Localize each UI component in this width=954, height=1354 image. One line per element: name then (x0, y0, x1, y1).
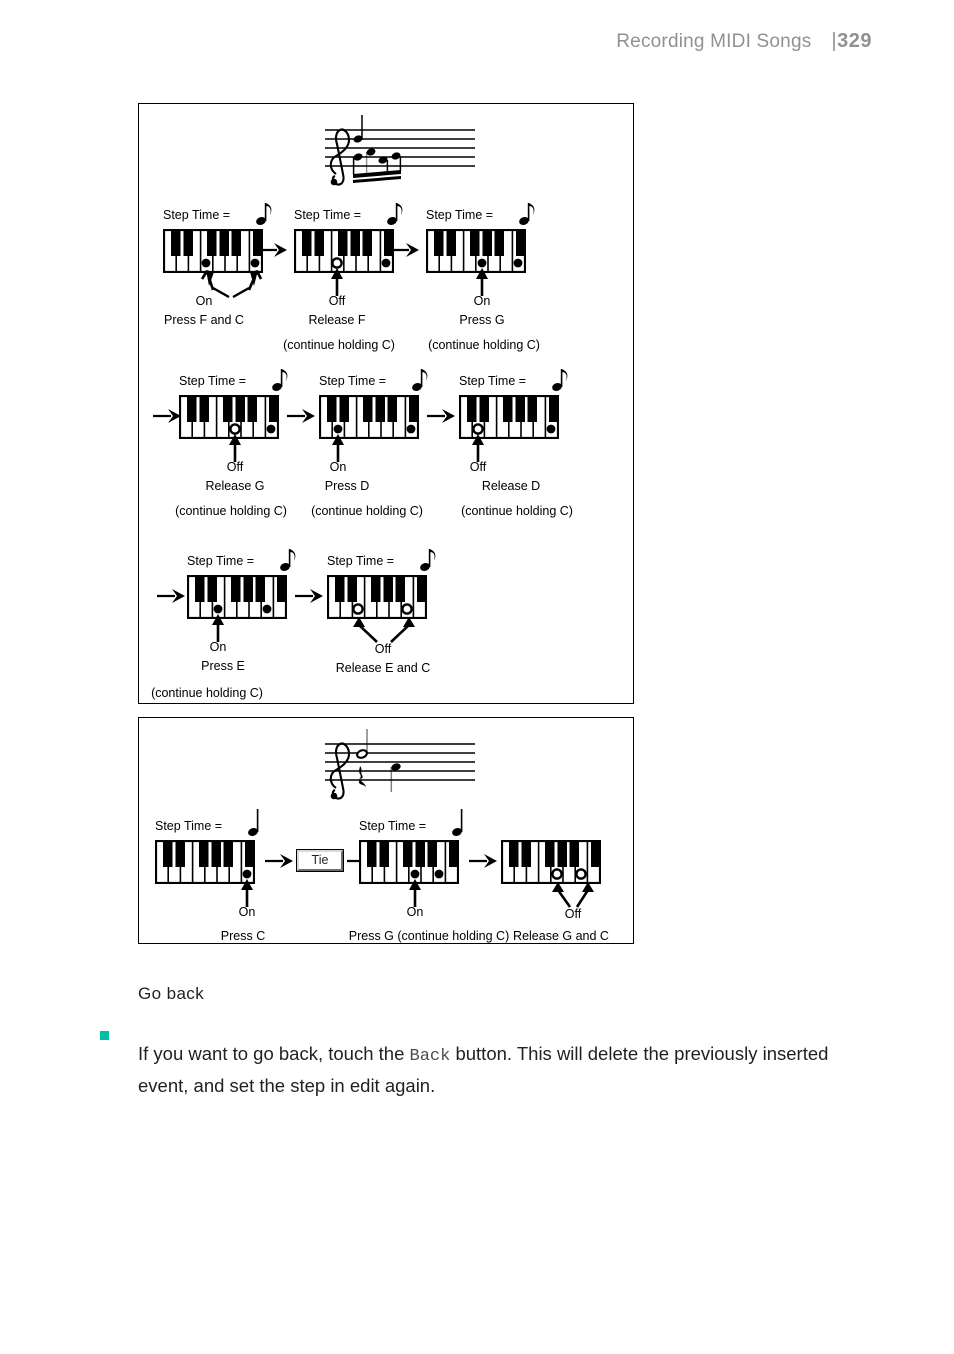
eighth-note-icon (387, 203, 403, 225)
keyboard-diagram (319, 395, 419, 439)
keyboard-diagram (294, 229, 394, 273)
keyboard-diagram (187, 575, 287, 619)
flow-arrow-icon (265, 854, 293, 868)
go-back-paragraph: If you want to go back, touch the Back b… (138, 1039, 883, 1100)
step-action-label: Press F and C (164, 313, 244, 327)
off-marker-arrows (353, 617, 415, 643)
keyboard-diagram (327, 575, 427, 619)
bullet-marker (100, 1031, 109, 1040)
go-back-heading: Go back (138, 984, 205, 1003)
step-time-text: Step Time = (327, 554, 395, 568)
step-action-label: Release G (205, 479, 265, 493)
quarter-note-icon (452, 809, 463, 836)
step-action-label: Release G and C (513, 929, 609, 943)
step-state-label: On (473, 294, 491, 308)
step-time-label: Step Time = (426, 208, 493, 222)
music-staff-figure-2 (325, 729, 475, 800)
flow-arrow-icon (287, 409, 315, 423)
step-state-label: Off (328, 294, 346, 308)
step-state-label: On (329, 460, 347, 474)
music-staff-figure-1 (325, 115, 475, 186)
header-chapter-title: Recording MIDI Songs (616, 31, 812, 52)
keyboard-diagram (459, 395, 559, 439)
step-state-label: On (209, 640, 227, 654)
eighth-note-icon (519, 203, 535, 225)
step-time-text: Step Time = (179, 374, 247, 388)
step-time-label: Step Time = (294, 208, 361, 222)
step-hold-note: (continue holding C) (151, 686, 263, 700)
tie-button[interactable]: Tie (296, 849, 344, 872)
step-state-label: On (406, 905, 424, 919)
step-time-label: Step Time = (179, 374, 246, 388)
keyboard-diagram (426, 229, 526, 273)
eighth-note-icon (272, 369, 288, 391)
step-state-label: Off (226, 460, 244, 474)
quarter-rest-icon (359, 766, 366, 787)
step-time-text: Step Time = (294, 208, 362, 222)
step-state-label: On (195, 294, 213, 308)
step-hold-note: (continue holding C) (461, 504, 573, 518)
step-hold-note: (continue holding C) (175, 504, 287, 518)
step-time-label: Step Time = (359, 819, 426, 833)
eighth-note-icon (412, 369, 428, 391)
flow-arrow-icon (427, 409, 455, 423)
step-action-label: Press C (220, 929, 266, 943)
page-number-value: 329 (837, 30, 872, 52)
figure-step-recording-tie: Step Time = On Press C Tie Step Time = O… (138, 717, 634, 944)
tie-label: Tie (311, 853, 329, 867)
step-action-label: Release F (308, 313, 366, 327)
eighth-note-icon (420, 549, 436, 571)
eighth-note-icon (280, 549, 296, 571)
back-button-reference: Back (409, 1046, 451, 1066)
keyboard-diagram (359, 840, 459, 884)
step-time-label: Step Time = (155, 819, 222, 833)
eighth-note-icon (256, 203, 272, 225)
page-header: Recording MIDI Songs |329 (616, 30, 872, 53)
step-action-label: Press D (324, 479, 370, 493)
step-action-label: Press G (459, 313, 505, 327)
keyboard-diagram (501, 840, 601, 884)
off-marker-arrows (552, 882, 594, 908)
figure-step-recording-sequence: Step Time = On Press F and C Step Time =… (138, 103, 634, 704)
step-action-label: Press G (continue holding C) (348, 929, 510, 943)
step-state-label: Off (564, 907, 582, 921)
half-note-head (356, 749, 368, 759)
keyboard-diagram (155, 840, 255, 884)
page-number: |329 (831, 30, 872, 53)
step-time-label: Step Time = (163, 208, 230, 222)
step-time-text: Step Time = (187, 554, 255, 568)
step-state-label: Off (374, 642, 392, 656)
keyboard-diagram (163, 229, 263, 273)
step-time-text: Step Time = (319, 374, 387, 388)
step-time-text: Step Time = (163, 208, 231, 222)
quarter-note-icon (248, 809, 259, 836)
flow-arrow-icon (469, 854, 497, 868)
step-state-label: Off (469, 460, 487, 474)
step-action-label: Release D (481, 479, 541, 493)
step-time-label: Step Time = (327, 554, 394, 568)
step-action-label: Press E (201, 659, 245, 673)
step-hold-note: (continue holding C) (311, 504, 423, 518)
step-state-label: On (238, 905, 256, 919)
paragraph-text-before: If you want to go back, touch the (138, 1042, 410, 1064)
eighth-note-icon (552, 369, 568, 391)
step-hold-note: (continue holding C) (283, 338, 395, 352)
flow-arrow-icon (391, 243, 419, 257)
step-time-label: Step Time = (319, 374, 386, 388)
step-time-text: Step Time = (155, 819, 223, 833)
step-time-label: Step Time = (187, 554, 254, 568)
step-action-label: Release E and C (335, 661, 431, 675)
step-time-text: Step Time = (459, 374, 527, 388)
step-hold-note: (continue holding C) (428, 338, 540, 352)
step-time-label: Step Time = (459, 374, 526, 388)
step-time-text: Step Time = (426, 208, 494, 222)
flow-arrow-icon (295, 589, 323, 603)
step-time-text: Step Time = (359, 819, 427, 833)
flow-arrow-icon (157, 589, 185, 603)
keyboard-diagram (179, 395, 279, 439)
flow-arrow-icon (259, 243, 287, 257)
